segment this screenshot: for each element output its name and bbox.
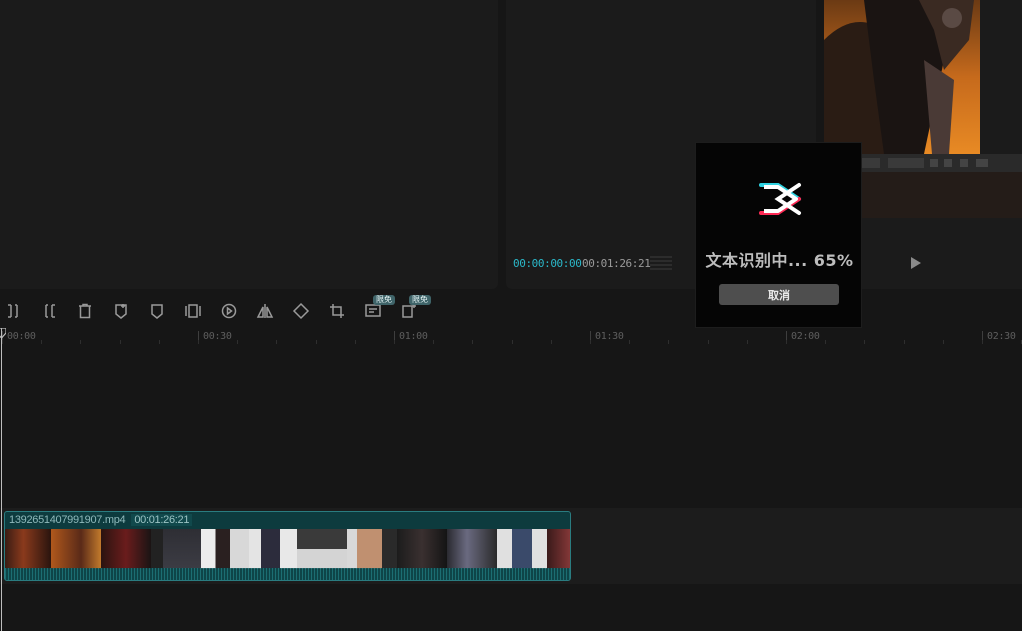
reverse-button[interactable] (217, 299, 241, 323)
split-left-icon (8, 304, 18, 318)
ruler-label: 02:00 (786, 331, 820, 343)
ruler-minor-tick (237, 340, 238, 344)
playhead-line[interactable] (1, 328, 2, 631)
play-icon (911, 257, 921, 269)
play-button[interactable] (906, 253, 926, 273)
total-timecode: 00:01:26:21 (582, 257, 651, 270)
reverse-play-icon (221, 303, 237, 319)
thumbnail-frame (297, 529, 347, 569)
split-left-button[interactable] (2, 299, 26, 323)
thumbnail-frame (347, 529, 397, 569)
rotate-button[interactable] (289, 299, 313, 323)
thumbnail-frame (51, 529, 101, 569)
delete-icon (79, 303, 91, 319)
marker-icon (151, 304, 163, 319)
clip-thumbnails (5, 529, 570, 569)
auto-caption-button[interactable]: 限免 (361, 295, 395, 323)
thumbnail-frame (163, 529, 201, 569)
ruler-minor-tick (198, 340, 199, 344)
ruler-minor-tick (551, 340, 552, 344)
split-right-button[interactable] (37, 299, 61, 323)
delete-button[interactable] (73, 299, 97, 323)
ai-effect-button[interactable]: 限免 (397, 295, 431, 323)
split-right-icon (45, 304, 55, 318)
thumbnail-frame (497, 529, 547, 569)
clip-duration: 00:01:26:21 (131, 514, 193, 526)
clip-header: 1392651407991907.mp4 00:01:26:21 (5, 512, 193, 528)
ruler-minor-tick (41, 340, 42, 344)
mirror-icon (256, 304, 274, 318)
marker-add-icon (115, 304, 127, 319)
thumbnail-frame (397, 529, 447, 569)
freeze-frame-button[interactable] (181, 299, 205, 323)
preview-image (824, 0, 980, 154)
progress-text: 文本识别中... 65% (705, 251, 854, 270)
thumbnail-frame (447, 529, 497, 569)
ruler-minor-tick (668, 340, 669, 344)
clip-filename: 1392651407991907.mp4 (9, 514, 126, 526)
ruler-minor-tick (943, 340, 944, 344)
thumbnail-frame (151, 529, 163, 569)
ruler-minor-tick (120, 340, 121, 344)
ruler-label: 00:00 (2, 331, 36, 343)
ruler-minor-tick (355, 340, 356, 344)
list-icon[interactable] (650, 255, 672, 271)
video-clip[interactable]: 1392651407991907.mp4 00:01:26:21 (4, 511, 571, 581)
ruler-minor-tick (708, 340, 709, 344)
crop-button[interactable] (325, 299, 349, 323)
ruler-label: 02:30 (982, 331, 1016, 343)
playhead-handle-icon[interactable] (0, 328, 6, 338)
ruler-minor-tick (276, 340, 277, 344)
media-panel (0, 0, 498, 289)
ruler-minor-tick (825, 340, 826, 344)
free-badge: 限免 (373, 295, 395, 305)
ruler-label: 00:30 (198, 331, 232, 343)
thumbnail-frame (5, 529, 51, 569)
current-timecode: 00:00:00:00 (513, 257, 582, 270)
ruler-minor-tick (904, 340, 905, 344)
audio-waveform (5, 568, 570, 580)
ruler-minor-tick (786, 340, 787, 344)
ruler-label: 01:30 (590, 331, 624, 343)
rotate-icon (292, 302, 310, 320)
ruler-minor-tick (982, 340, 983, 344)
ruler-minor-tick (629, 340, 630, 344)
ruler-minor-tick (394, 340, 395, 344)
free-badge: 限免 (409, 295, 431, 305)
ruler-minor-tick (159, 340, 160, 344)
timeline-empty-area (0, 346, 1022, 508)
add-marker-button[interactable] (109, 299, 133, 323)
ruler-minor-tick (433, 340, 434, 344)
capcut-logo-icon (759, 183, 801, 215)
mirror-button[interactable] (253, 299, 277, 323)
timeline-ruler[interactable]: 00:00 00:30 01:00 01:30 02:00 02:30 (0, 328, 1022, 346)
ruler-minor-tick (472, 340, 473, 344)
thumbnail-frame (249, 529, 297, 569)
cancel-button[interactable]: 取消 (719, 284, 839, 305)
ruler-label: 01:00 (394, 331, 428, 343)
thumbnail-frame (547, 529, 570, 569)
text-recognition-dialog: 文本识别中... 65% 取消 (695, 142, 862, 328)
timeline-toolbar: 限免 限免 (0, 295, 1022, 326)
ruler-minor-tick (316, 340, 317, 344)
thumbnail-frame (101, 529, 151, 569)
ruler-minor-tick (512, 340, 513, 344)
ruler-minor-tick (80, 340, 81, 344)
ruler-minor-tick (864, 340, 865, 344)
thumbnail-frame (201, 529, 249, 569)
ruler-minor-tick (590, 340, 591, 344)
ruler-minor-tick (2, 340, 3, 344)
marker-button[interactable] (145, 299, 169, 323)
ruler-minor-tick (747, 340, 748, 344)
freeze-frame-icon (185, 304, 201, 318)
crop-icon (330, 304, 344, 318)
